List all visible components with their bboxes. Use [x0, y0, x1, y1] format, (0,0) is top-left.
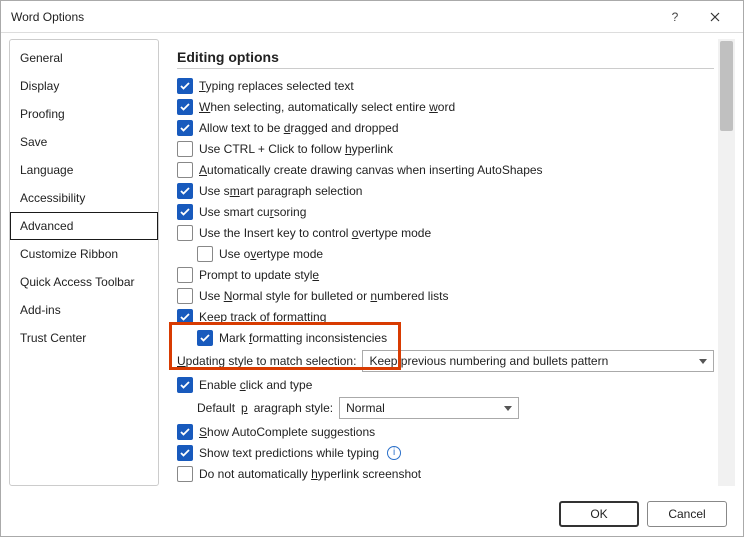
info-icon[interactable]: i	[387, 446, 401, 460]
label-prompt-style: Prompt to update style	[199, 268, 319, 282]
sidebar-item-trust-center[interactable]: Trust Center	[10, 324, 158, 352]
label-autocomplete: Show AutoComplete suggestions	[199, 425, 375, 439]
ok-button[interactable]: OK	[559, 501, 639, 527]
label-text-predictions: Show text predictions while typing	[199, 446, 379, 460]
label-no-hyperlink-screenshot: Do not automatically hyperlink screensho…	[199, 467, 421, 481]
chevron-down-icon	[699, 359, 707, 364]
label-mark-inconsistencies: Mark formatting inconsistencies	[219, 331, 387, 345]
label-typing-replaces: Typing replaces selected text	[199, 79, 354, 93]
titlebar: Word Options ?	[1, 1, 743, 33]
checkbox-overtype[interactable]	[197, 246, 213, 262]
scrollbar-thumb[interactable]	[720, 41, 733, 131]
checkbox-text-predictions[interactable]	[177, 445, 193, 461]
label-ctrl-click: Use CTRL + Click to follow hyperlink	[199, 142, 393, 156]
label-default-paragraph-style: Default paragraph style:	[177, 401, 333, 415]
label-updating-style: Updating style to match selection:	[177, 354, 356, 368]
sidebar-item-accessibility[interactable]: Accessibility	[10, 184, 158, 212]
checkbox-drag-drop[interactable]	[177, 120, 193, 136]
sidebar-item-proofing[interactable]: Proofing	[10, 100, 158, 128]
select-default-paragraph-style-value: Normal	[346, 401, 385, 415]
label-drag-drop: Allow text to be dragged and dropped	[199, 121, 399, 135]
checkbox-ctrl-click[interactable]	[177, 141, 193, 157]
checkbox-normal-bullets[interactable]	[177, 288, 193, 304]
checkbox-no-hyperlink-screenshot[interactable]	[177, 466, 193, 482]
sidebar-item-language[interactable]: Language	[10, 156, 158, 184]
checkbox-select-word[interactable]	[177, 99, 193, 115]
close-button[interactable]	[695, 3, 735, 31]
section-title: Editing options	[177, 49, 714, 69]
label-track-formatting: Keep track of formatting	[199, 310, 326, 324]
close-icon	[710, 12, 720, 22]
help-button[interactable]: ?	[655, 3, 695, 31]
select-default-paragraph-style[interactable]: Normal	[339, 397, 519, 419]
sidebar-item-customize-ribbon[interactable]: Customize Ribbon	[10, 240, 158, 268]
sidebar-item-advanced[interactable]: Advanced	[10, 212, 158, 240]
checkbox-auto-canvas[interactable]	[177, 162, 193, 178]
sidebar-item-add-ins[interactable]: Add-ins	[10, 296, 158, 324]
checkbox-smart-cursoring[interactable]	[177, 204, 193, 220]
word-options-dialog: Word Options ? General Display Proofing …	[0, 0, 744, 537]
checkbox-track-formatting[interactable]	[177, 309, 193, 325]
sidebar-item-save[interactable]: Save	[10, 128, 158, 156]
label-smart-cursoring: Use smart cursoring	[199, 205, 306, 219]
label-click-type: Enable click and type	[199, 378, 312, 392]
label-select-word: When selecting, automatically select ent…	[199, 100, 455, 114]
sidebar-item-quick-access-toolbar[interactable]: Quick Access Toolbar	[10, 268, 158, 296]
checkbox-autocomplete[interactable]	[177, 424, 193, 440]
label-insert-key: Use the Insert key to control overtype m…	[199, 226, 431, 240]
sidebar: General Display Proofing Save Language A…	[9, 39, 159, 486]
checkbox-insert-key[interactable]	[177, 225, 193, 241]
chevron-down-icon	[504, 406, 512, 411]
label-overtype: Use overtype mode	[219, 247, 323, 261]
scrollbar-vertical[interactable]	[718, 39, 735, 486]
sidebar-item-general[interactable]: General	[10, 44, 158, 72]
checkbox-prompt-style[interactable]	[177, 267, 193, 283]
sidebar-item-display[interactable]: Display	[10, 72, 158, 100]
checkbox-smart-paragraph[interactable]	[177, 183, 193, 199]
select-updating-style-value: Keep previous numbering and bullets patt…	[369, 354, 608, 368]
label-normal-bullets: Use Normal style for bulleted or numbere…	[199, 289, 448, 303]
options-panel: Editing options Typing replaces selected…	[167, 39, 718, 486]
window-title: Word Options	[11, 10, 655, 24]
checkbox-typing-replaces[interactable]	[177, 78, 193, 94]
select-updating-style[interactable]: Keep previous numbering and bullets patt…	[362, 350, 714, 372]
checkbox-mark-inconsistencies[interactable]	[197, 330, 213, 346]
checkbox-click-type[interactable]	[177, 377, 193, 393]
label-smart-paragraph: Use smart paragraph selection	[199, 184, 362, 198]
dialog-footer: OK Cancel	[1, 492, 743, 536]
label-auto-canvas: Automatically create drawing canvas when…	[199, 163, 543, 177]
cancel-button[interactable]: Cancel	[647, 501, 727, 527]
